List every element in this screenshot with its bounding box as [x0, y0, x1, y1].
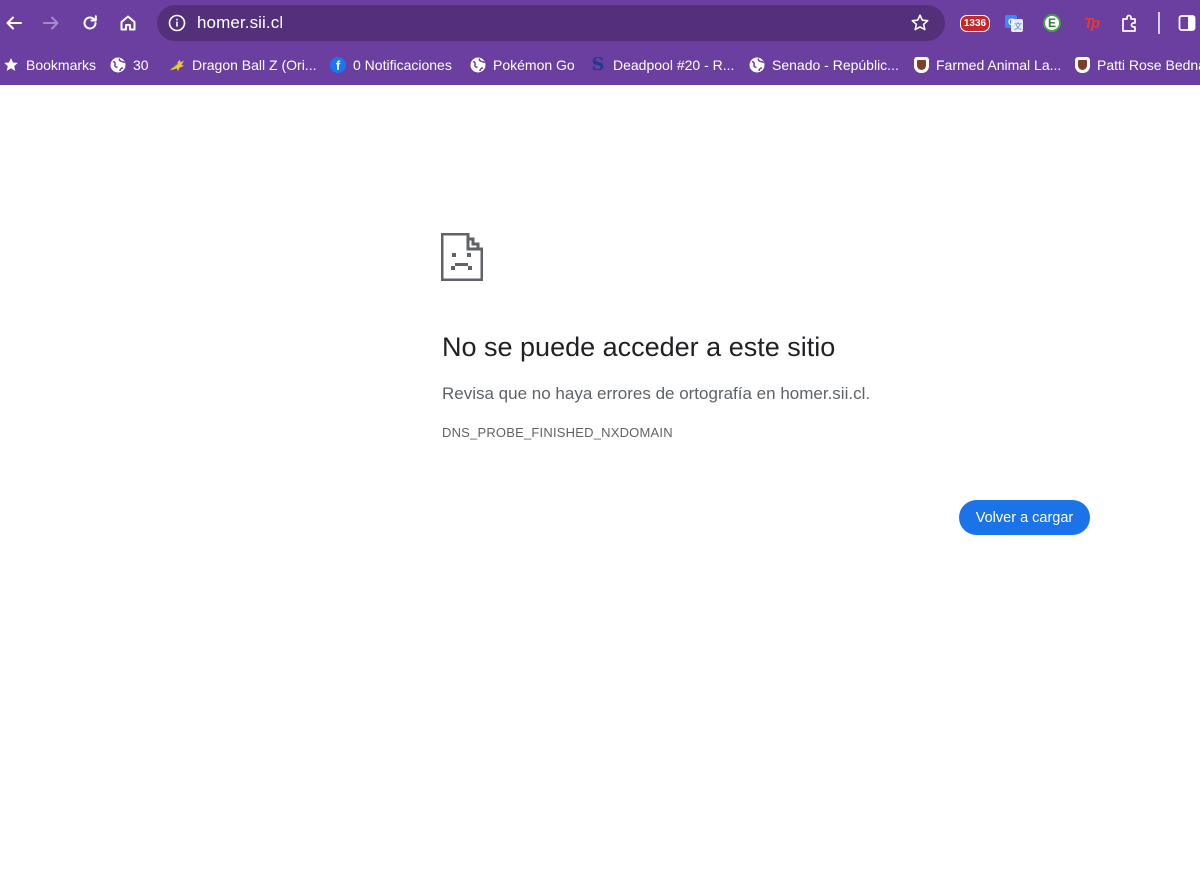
extension-counter[interactable]: 1336: [959, 10, 991, 36]
bookmark-item-patti-rose[interactable]: Patti Rose Bedna: [1074, 55, 1200, 75]
deadpool-favicon: S: [591, 54, 605, 75]
back-button[interactable]: [0, 9, 28, 37]
error-description: Revisa que no haya errores de ortografía…: [442, 384, 871, 403]
reload-page-button[interactable]: Volver a cargar: [959, 500, 1090, 535]
star-icon: [3, 57, 19, 73]
info-icon[interactable]: [165, 11, 189, 35]
dragon-ball-favicon: [169, 57, 185, 73]
address-bar[interactable]: homer.sii.cl: [157, 5, 945, 41]
facebook-icon: f: [330, 57, 346, 73]
home-button[interactable]: [114, 9, 142, 37]
sad-page-icon: [441, 233, 483, 281]
bookmark-item-pokemon-go[interactable]: Pokémon Go: [470, 55, 575, 75]
extension-badge-count: 1336: [959, 14, 991, 32]
globe-icon: [749, 57, 765, 73]
url-text[interactable]: homer.sii.cl: [197, 13, 283, 33]
reload-icon: [83, 15, 97, 30]
arrow-right-icon: [43, 16, 59, 30]
bookmark-item-dragon-ball[interactable]: Dragon Ball Z (Ori...: [169, 55, 316, 75]
shield-favicon: [913, 57, 929, 73]
globe-icon: [470, 57, 486, 73]
svg-text:文: 文: [1014, 21, 1022, 31]
bookmark-item-bookmarks[interactable]: Bookmarks: [3, 55, 96, 75]
arrow-left-icon: [6, 16, 22, 30]
bookmarks-bar: Bookmarks 30 Dragon Ball Z (Ori... f 0 N…: [0, 46, 1200, 84]
bookmark-star-icon[interactable]: [909, 12, 931, 34]
toolbar-divider: [1158, 12, 1160, 34]
forward-button[interactable]: [37, 9, 65, 37]
home-icon: [120, 15, 136, 31]
bookmark-item-senado[interactable]: Senado - Repúblic...: [749, 55, 899, 75]
extension-e-icon[interactable]: E: [1039, 10, 1065, 36]
bookmark-item-deadpool[interactable]: S Deadpool #20 - R...: [590, 54, 735, 75]
bookmark-item-farmed-animal[interactable]: Farmed Animal La...: [913, 55, 1061, 75]
extensions-puzzle-icon[interactable]: [1117, 10, 1143, 36]
side-panel-icon[interactable]: [1174, 10, 1200, 36]
error-code: DNS_PROBE_FINISHED_NXDOMAIN: [442, 425, 673, 440]
browser-toolbar: homer.sii.cl 1336 G文 E Tp: [0, 0, 1200, 46]
error-title: No se puede acceder a este sitio: [442, 332, 836, 362]
bookmark-item-30[interactable]: 30: [110, 55, 149, 75]
google-translate-icon[interactable]: G文: [1001, 10, 1027, 36]
reload-button[interactable]: [76, 9, 104, 37]
bookmark-item-notificaciones[interactable]: f 0 Notificaciones: [330, 55, 452, 75]
shield-favicon: [1074, 57, 1090, 73]
globe-icon: [110, 57, 126, 73]
chrome-bottom-border: [0, 84, 1200, 85]
extension-tp-icon[interactable]: Tp: [1078, 10, 1104, 36]
